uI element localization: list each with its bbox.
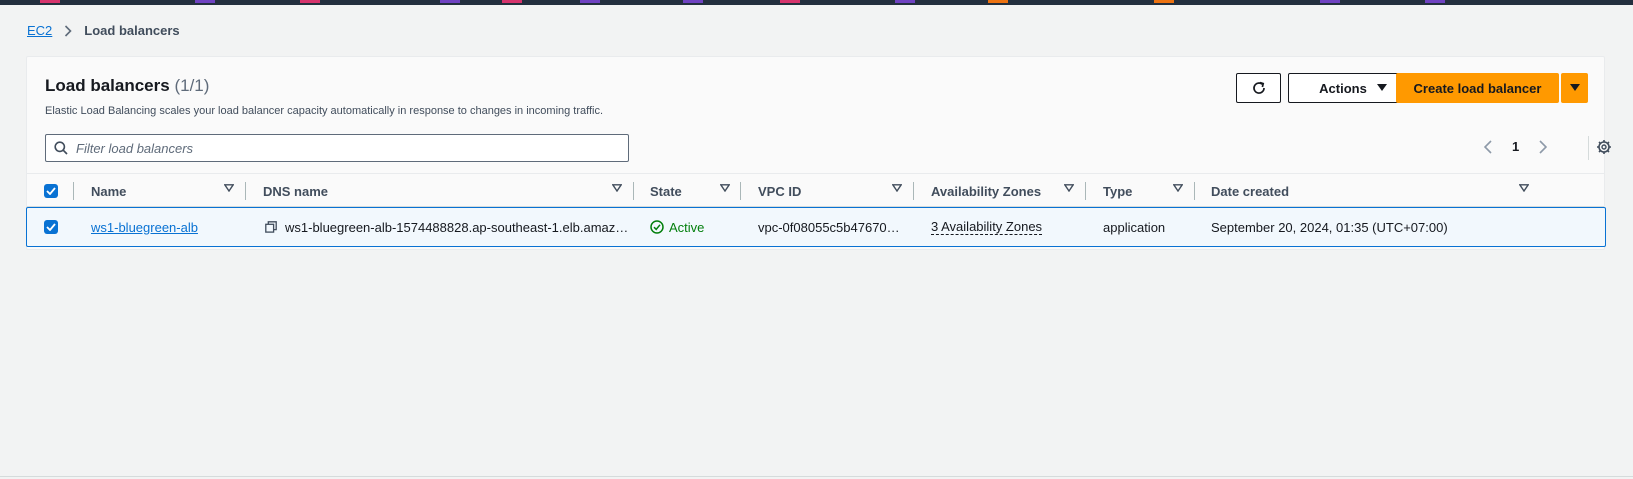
breadcrumb: EC2 Load balancers — [27, 23, 180, 38]
actions-label: Actions — [1319, 80, 1367, 96]
availability-zones-cell: 3 Availability Zones — [931, 208, 1043, 246]
column-header-vpc-id[interactable]: VPC ID — [758, 174, 801, 208]
dns-name-value: ws1-bluegreen-alb-1574488828.ap-southeas… — [285, 219, 629, 235]
create-label: Create load balancer — [1413, 80, 1542, 96]
sort-caret-icon[interactable] — [224, 184, 234, 192]
availability-zones-popover-trigger[interactable]: 3 Availability Zones — [931, 219, 1043, 235]
column-header-availability-zones[interactable]: Availability Zones — [931, 174, 1041, 208]
state-status: Active — [650, 208, 704, 246]
sort-caret-icon[interactable] — [612, 184, 622, 192]
type-value: application — [1103, 219, 1166, 235]
breadcrumb-current: Load balancers — [84, 23, 180, 38]
column-divider[interactable] — [740, 182, 741, 200]
top-nav-strip — [0, 0, 1633, 5]
filter-box — [45, 134, 629, 162]
refresh-button[interactable] — [1236, 73, 1281, 103]
chevron-right-icon — [64, 24, 72, 37]
checkbox-checked-icon — [44, 220, 58, 234]
copy-icon[interactable] — [265, 208, 277, 246]
caret-down-icon — [1569, 84, 1580, 92]
current-page-number[interactable]: 1 — [1512, 139, 1519, 154]
column-header-type[interactable]: Type — [1103, 174, 1132, 208]
create-load-balancer-button[interactable]: Create load balancer — [1396, 73, 1559, 103]
next-page-icon[interactable] — [1535, 139, 1551, 154]
previous-page-icon[interactable] — [1480, 139, 1496, 154]
sort-caret-icon[interactable] — [720, 184, 730, 192]
column-divider[interactable] — [245, 182, 246, 200]
footer-divider — [0, 476, 1633, 477]
column-divider[interactable] — [913, 182, 914, 200]
sort-caret-icon[interactable] — [1064, 184, 1074, 192]
status-success-icon — [650, 220, 664, 234]
settings-gear-icon[interactable] — [1596, 139, 1612, 155]
pager-divider — [1588, 136, 1589, 160]
load-balancer-name-link[interactable]: ws1-bluegreen-alb — [91, 208, 198, 246]
pagination: 1 — [1480, 139, 1551, 154]
column-divider[interactable] — [1194, 182, 1195, 200]
breadcrumb-ec2-link[interactable]: EC2 — [27, 23, 52, 38]
caret-down-icon — [1376, 84, 1387, 92]
column-divider[interactable] — [633, 182, 634, 200]
state-label: Active — [669, 219, 705, 235]
resource-count: (1/1) — [174, 76, 210, 95]
table-header: Name DNS name State VPC ID Availability … — [27, 173, 1604, 207]
vpc-id-value: vpc-0f08055c5b47670… — [758, 219, 900, 235]
page-title-text: Load balancers — [45, 76, 170, 95]
row-checkbox[interactable] — [44, 208, 58, 246]
filter-input[interactable] — [76, 140, 606, 156]
create-options-dropdown-button[interactable] — [1561, 73, 1588, 103]
column-header-state[interactable]: State — [650, 174, 682, 208]
column-divider — [73, 182, 74, 200]
column-header-date-created[interactable]: Date created — [1211, 174, 1289, 208]
select-all-checkbox[interactable] — [44, 174, 58, 208]
checkbox-checked-icon — [44, 184, 58, 198]
sort-caret-icon[interactable] — [1173, 184, 1183, 192]
column-header-name[interactable]: Name — [91, 174, 126, 208]
page-title: Load balancers (1/1) — [45, 76, 209, 96]
search-icon — [54, 141, 68, 155]
column-header-dns-name[interactable]: DNS name — [263, 174, 328, 208]
column-divider[interactable] — [1085, 182, 1086, 200]
sort-caret-icon[interactable] — [1519, 184, 1529, 192]
sort-caret-icon[interactable] — [892, 184, 902, 192]
date-created-value: September 20, 2024, 01:35 (UTC+07:00) — [1211, 219, 1448, 235]
page-description: Elastic Load Balancing scales your load … — [45, 105, 604, 117]
refresh-icon — [1251, 80, 1267, 96]
table-row[interactable]: ws1-bluegreen-alb ws1-bluegreen-alb-1574… — [26, 207, 1606, 247]
load-balancers-panel: Load balancers (1/1) Elastic Load Balanc… — [26, 56, 1611, 250]
